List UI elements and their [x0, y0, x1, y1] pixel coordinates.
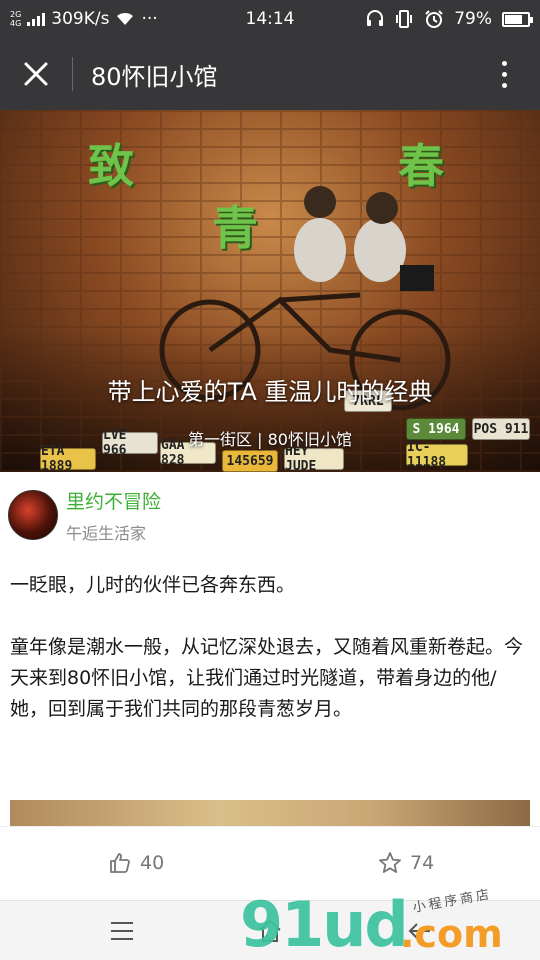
mural-character-1: 致 — [88, 139, 134, 193]
network-label-4g: 4G — [10, 19, 22, 28]
more-options-button[interactable] — [468, 38, 540, 110]
back-icon — [408, 923, 430, 939]
mural-character-2: 青 — [212, 201, 258, 255]
star-icon — [379, 852, 401, 873]
like-count: 40 — [140, 852, 165, 874]
article-photo[interactable] — [10, 800, 530, 826]
status-more-dots: ··· — [141, 9, 158, 29]
mural-character-3: 春 — [398, 139, 444, 193]
network-speed: 309K/s — [51, 9, 110, 29]
favorite-button[interactable]: 74 — [378, 851, 434, 875]
thumbs-up-icon — [110, 853, 130, 873]
title-bar: 80怀旧小馆 — [0, 38, 540, 110]
headset-icon — [367, 10, 384, 26]
home-icon — [259, 919, 281, 942]
like-button[interactable]: 40 — [108, 851, 164, 875]
avatar[interactable] — [8, 490, 58, 540]
system-nav-bar — [0, 900, 540, 960]
status-left: 2G 4G 309K/s ··· — [10, 9, 366, 29]
close-button[interactable] — [0, 38, 72, 110]
signal-icon — [27, 12, 46, 26]
page-title: 80怀旧小馆 — [91, 62, 218, 91]
close-icon — [24, 62, 48, 86]
action-bar: 40 74 — [0, 826, 540, 900]
network-label-2g: 2G — [10, 10, 22, 19]
author-row[interactable]: 里约不冒险 午逅生活家 — [0, 472, 540, 558]
menu-icon — [111, 922, 133, 940]
license-plate: 145659 — [222, 450, 278, 472]
title-divider — [72, 57, 73, 91]
status-right: 79% — [366, 9, 533, 29]
wifi-icon — [117, 12, 134, 25]
author-name[interactable]: 里约不冒险 — [66, 487, 161, 514]
hero-title: 带上心爱的TA 重温儿时的经典 — [107, 378, 433, 406]
author-info: 里约不冒险 午逅生活家 — [66, 487, 161, 544]
nav-back-button[interactable] — [404, 915, 436, 947]
battery-percent: 79% — [454, 9, 492, 29]
vibrate-icon — [396, 10, 413, 28]
license-plate: HEY JUDE — [284, 444, 344, 472]
license-plate: ETA 1889 — [40, 444, 96, 472]
hero-image[interactable]: 致 青 春 ETA 1889 LVE 966 GAA 828 145659 HE… — [0, 110, 540, 472]
star-count: 74 — [410, 852, 435, 874]
author-subtitle: 午逅生活家 — [66, 523, 147, 543]
alarm-icon — [425, 10, 443, 28]
status-bar: 2G 4G 309K/s ··· 14:14 79% — [0, 0, 540, 38]
article-paragraph: 童年像是潮水一般，从记忆深处退去，又随着风重新卷起。今天来到80怀旧小馆，让我们… — [10, 636, 524, 720]
battery-icon — [502, 11, 533, 27]
nav-home-button[interactable] — [254, 915, 286, 947]
hero-subtitle: 第一街区 | 80怀旧小馆 — [188, 430, 352, 449]
network-type: 2G 4G — [10, 10, 21, 28]
nav-menu-button[interactable] — [106, 915, 138, 947]
battery-fill — [505, 14, 522, 24]
article-paragraph: 一眨眼，儿时的伙伴已各奔东西。 — [10, 574, 296, 596]
more-vertical-icon — [501, 60, 507, 66]
